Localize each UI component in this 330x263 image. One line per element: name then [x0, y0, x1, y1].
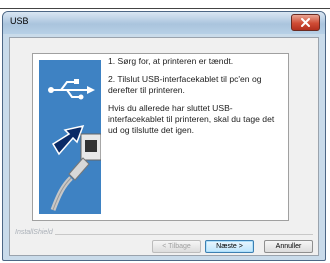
- instruction-step-2: 2. Tilslut USB-interfacekablet til pc'en…: [108, 74, 262, 95]
- next-button[interactable]: Næste >: [205, 240, 254, 253]
- installshield-label: InstallShield: [15, 229, 55, 236]
- close-icon: [301, 18, 310, 27]
- instruction-text: 1. Sørg for, at printeren er tændt. 2. T…: [108, 56, 286, 143]
- arrow-right-icon: [51, 124, 85, 156]
- usb-icon: [48, 79, 95, 100]
- title-bar[interactable]: USB: [3, 12, 325, 34]
- footer-line: [41, 234, 313, 235]
- back-button[interactable]: < Tilbage: [152, 240, 201, 253]
- footer-separator: InstallShield: [15, 229, 313, 239]
- dialog-window: USB 1. Sørg for, at printeren er tændt. …: [2, 11, 326, 261]
- usb-illustration: [39, 60, 102, 214]
- instruction-step-1: 1. Sørg for, at printeren er tændt.: [108, 56, 234, 66]
- usb-illustration-graphic: [48, 79, 102, 211]
- instruction-panel: 1. Sørg for, at printeren er tændt. 2. T…: [32, 53, 289, 221]
- instruction-note: Hvis du allerede har sluttet USB-interfa…: [108, 103, 275, 135]
- dialog-content: 1. Sørg for, at printeren er tændt. 2. T…: [9, 37, 319, 256]
- cancel-button[interactable]: Annuller: [264, 240, 313, 253]
- window-title: USB: [10, 16, 29, 26]
- page-top-rule: [0, 8, 330, 9]
- close-button[interactable]: [291, 14, 320, 31]
